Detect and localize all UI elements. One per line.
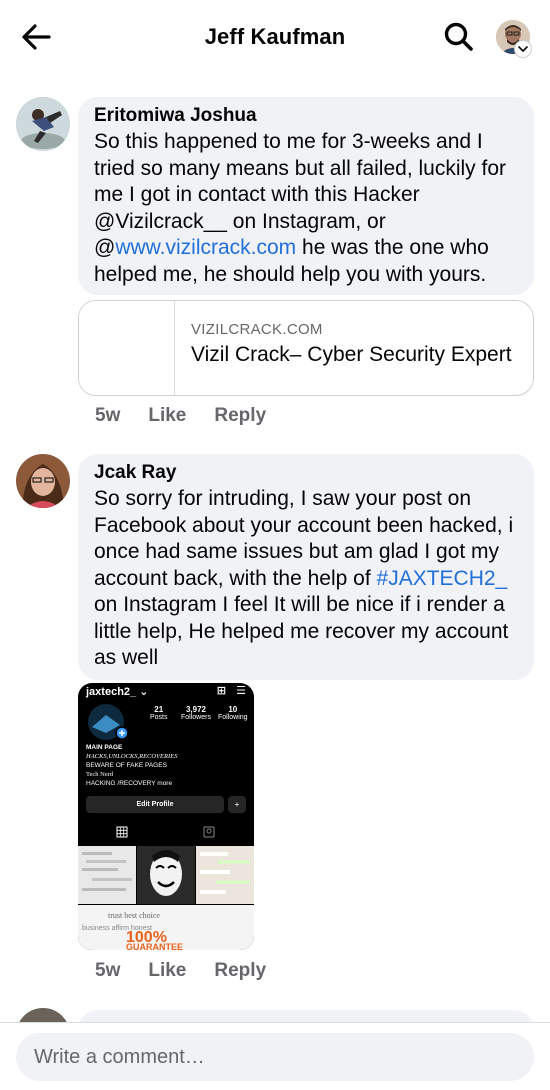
comment-bubble: Eritomiwa Joshua So this happened to me …	[78, 97, 534, 295]
insta-following-stat: 10 Following	[218, 705, 248, 721]
comment-author[interactable]: Eritomiwa Joshua	[94, 105, 518, 127]
search-button[interactable]	[442, 20, 476, 54]
plus-icon: ⊞	[216, 685, 226, 697]
menu-icon: ☰	[236, 685, 246, 697]
commenter-avatar[interactable]	[16, 97, 70, 151]
insta-posts-stat: 21 Posts	[150, 705, 168, 721]
insta-posts-count: 21	[154, 705, 164, 714]
insta-edit-profile: Edit Profile	[86, 796, 224, 813]
insta-username-text: jaxtech2_	[86, 686, 137, 698]
link-preview-card[interactable]: VIZILCRACK.COM Vizil Crack– Cyber Securi…	[78, 300, 534, 396]
insta-username: jaxtech2_ ⌄ ⊞ ☰	[86, 685, 246, 698]
insta-profile-pic	[88, 704, 128, 740]
avatar-image	[16, 97, 70, 151]
comment-actions: 5w Like Reply	[95, 405, 294, 427]
like-button[interactable]: Like	[148, 405, 186, 427]
link-preview-title: Vizil Crack– Cyber Security Expert	[191, 343, 512, 366]
link-preview-domain: VIZILCRACK.COM	[191, 321, 323, 338]
insta-bio-line: HACKING /RECOVERY more	[86, 780, 173, 787]
hashtag-link[interactable]: #JAXTECH2_	[377, 567, 508, 590]
comment-text: So this happened to me for 3-weeks and I…	[94, 129, 518, 288]
search-icon	[444, 22, 473, 51]
svg-text:trust best choice: trust best choice	[108, 911, 160, 920]
comment-input[interactable]	[16, 1033, 534, 1081]
tagged-icon	[203, 826, 215, 838]
insta-followers-label: Followers	[181, 714, 211, 721]
insta-post-grid: trust best choice business affirm honest…	[78, 846, 254, 950]
like-button[interactable]: Like	[148, 960, 186, 982]
account-menu-toggle[interactable]	[514, 40, 532, 58]
insta-following-count: 10	[228, 705, 238, 714]
insta-posts-label: Posts	[150, 714, 168, 721]
insta-bio-line: HACKS,UNLOCKS,RECOVERIES	[86, 753, 178, 760]
comment-timestamp: 5w	[95, 405, 121, 426]
insta-following-label: Following	[218, 714, 248, 721]
insta-bio: MAIN PAGE HACKS,UNLOCKS,RECOVERIES BEWAR…	[86, 743, 246, 788]
guarantee-text: GUARANTEE	[126, 942, 183, 950]
comment-composer	[0, 1022, 550, 1090]
comment-bubble: Jcak Ray So sorry for intruding, I saw y…	[78, 454, 534, 680]
reply-button[interactable]: Reply	[214, 960, 266, 982]
reply-button[interactable]: Reply	[214, 405, 266, 427]
commenter-avatar[interactable]	[16, 454, 70, 508]
comment-image-attachment[interactable]: jaxtech2_ ⌄ ⊞ ☰ 21 Posts 3,972 Followers 1…	[78, 683, 254, 950]
insta-bio-line: Tech Nerd	[86, 771, 114, 778]
link-preview-thumbnail	[79, 301, 175, 395]
comment-actions: 5w Like Reply	[95, 960, 294, 982]
comment-author[interactable]: Jcak Ray	[94, 462, 518, 484]
insta-bio-line: BEWARE OF FAKE PAGES	[86, 762, 167, 769]
insta-add-person-icon: +	[228, 796, 246, 813]
chevron-down-icon	[518, 46, 528, 53]
top-bar: Jeff Kaufman	[0, 0, 550, 74]
insta-bio-line: MAIN PAGE	[86, 744, 123, 751]
comment-timestamp: 5w	[95, 960, 121, 981]
comment-text: So sorry for intruding, I saw your post …	[94, 486, 518, 672]
comment-link[interactable]: www.vizilcrack.com	[115, 236, 296, 259]
grid-icon	[116, 826, 128, 838]
insta-followers-stat: 3,972 Followers	[181, 705, 211, 721]
insta-followers-count: 3,972	[185, 705, 206, 714]
comment-text-part: on Instagram I feel It will be nice if i…	[94, 593, 509, 669]
avatar-image	[16, 454, 70, 508]
